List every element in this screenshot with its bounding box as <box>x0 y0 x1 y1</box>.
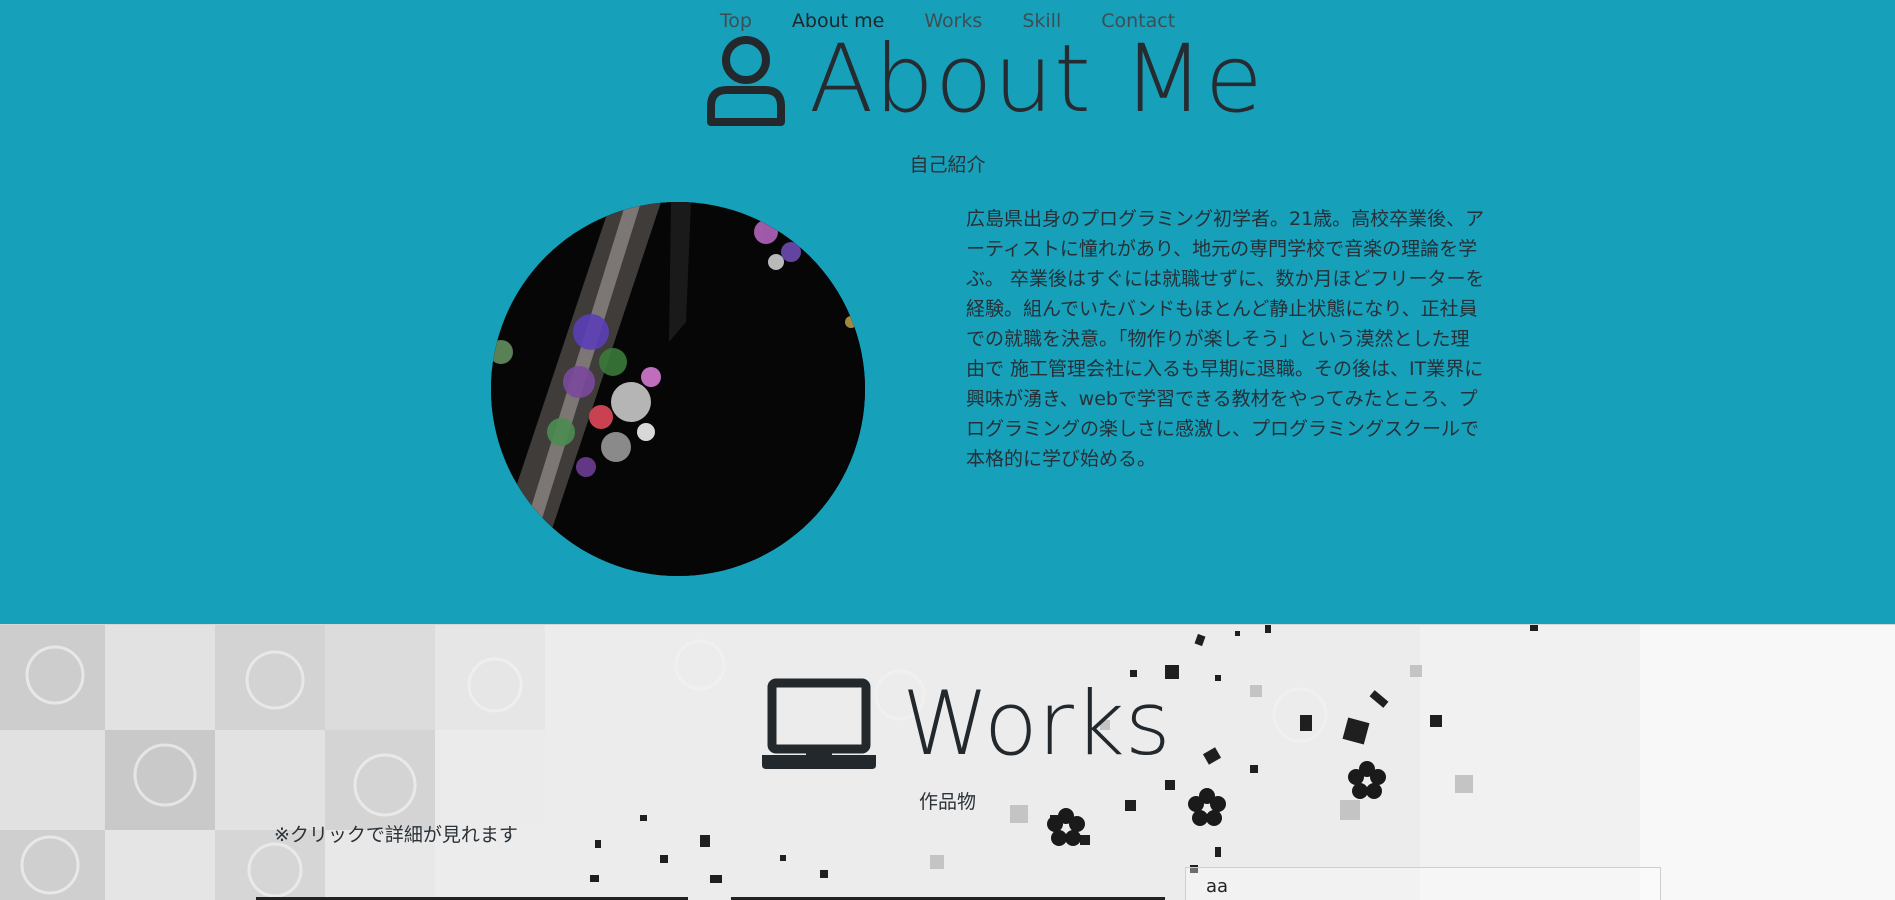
works-section: Works 作品物 ※クリックで詳細が見れます aa <box>0 624 1895 900</box>
bio-line: 本格的に学び始める。 <box>966 448 1157 470</box>
nav-top[interactable]: Top <box>720 10 752 32</box>
about-subtitle: 自己紹介 <box>909 154 986 176</box>
works-heading: Works <box>762 677 1171 771</box>
laptop-icon <box>762 678 876 769</box>
about-heading: About Me <box>705 32 1264 128</box>
bio-line: 由で 施工管理会社に入るも早期に退職。その後は、IT業界に <box>966 358 1484 380</box>
user-icon <box>707 36 785 126</box>
works-subtitle: 作品物 <box>918 791 976 813</box>
profile-photo-image <box>491 202 865 576</box>
bio-line: ログラミングの楽しさに感激し、プログラミングスクールで <box>966 418 1480 440</box>
about-title: About Me <box>809 25 1264 134</box>
about-section: Top About me Works Skill Contact About M… <box>0 0 1895 624</box>
bio-line: 経験。組んでいたバンドもほとんど静止状態になり、正社員 <box>966 298 1478 320</box>
works-click-note: ※クリックで詳細が見れます <box>274 824 518 846</box>
bio-line: での就職を決意。「物作りが楽しそう」という漠然とした理 <box>966 328 1470 350</box>
profile-photo <box>491 202 865 576</box>
bio-line: ーティストに憧れがあり、地元の専門学校で音楽の理論を学 <box>966 238 1478 260</box>
bio-line: ぶ。 卒業後はすぐには就職せずに、数か月ほどフリーターを <box>966 268 1485 290</box>
bio-line: 広島県出身のプログラミング初学者。21歳。高校卒業後、ア <box>966 208 1485 230</box>
works-title: Works <box>902 672 1171 775</box>
work-card-label: aa <box>1206 876 1229 897</box>
work-card[interactable]: aa <box>1185 867 1661 900</box>
about-bio: 広島県出身のプログラミング初学者。21歳。高校卒業後、ア ーティストに憧れがあり… <box>966 204 1511 474</box>
bio-line: 興味が湧き、webで学習できる教材をやってみたところ、プ <box>966 388 1478 410</box>
